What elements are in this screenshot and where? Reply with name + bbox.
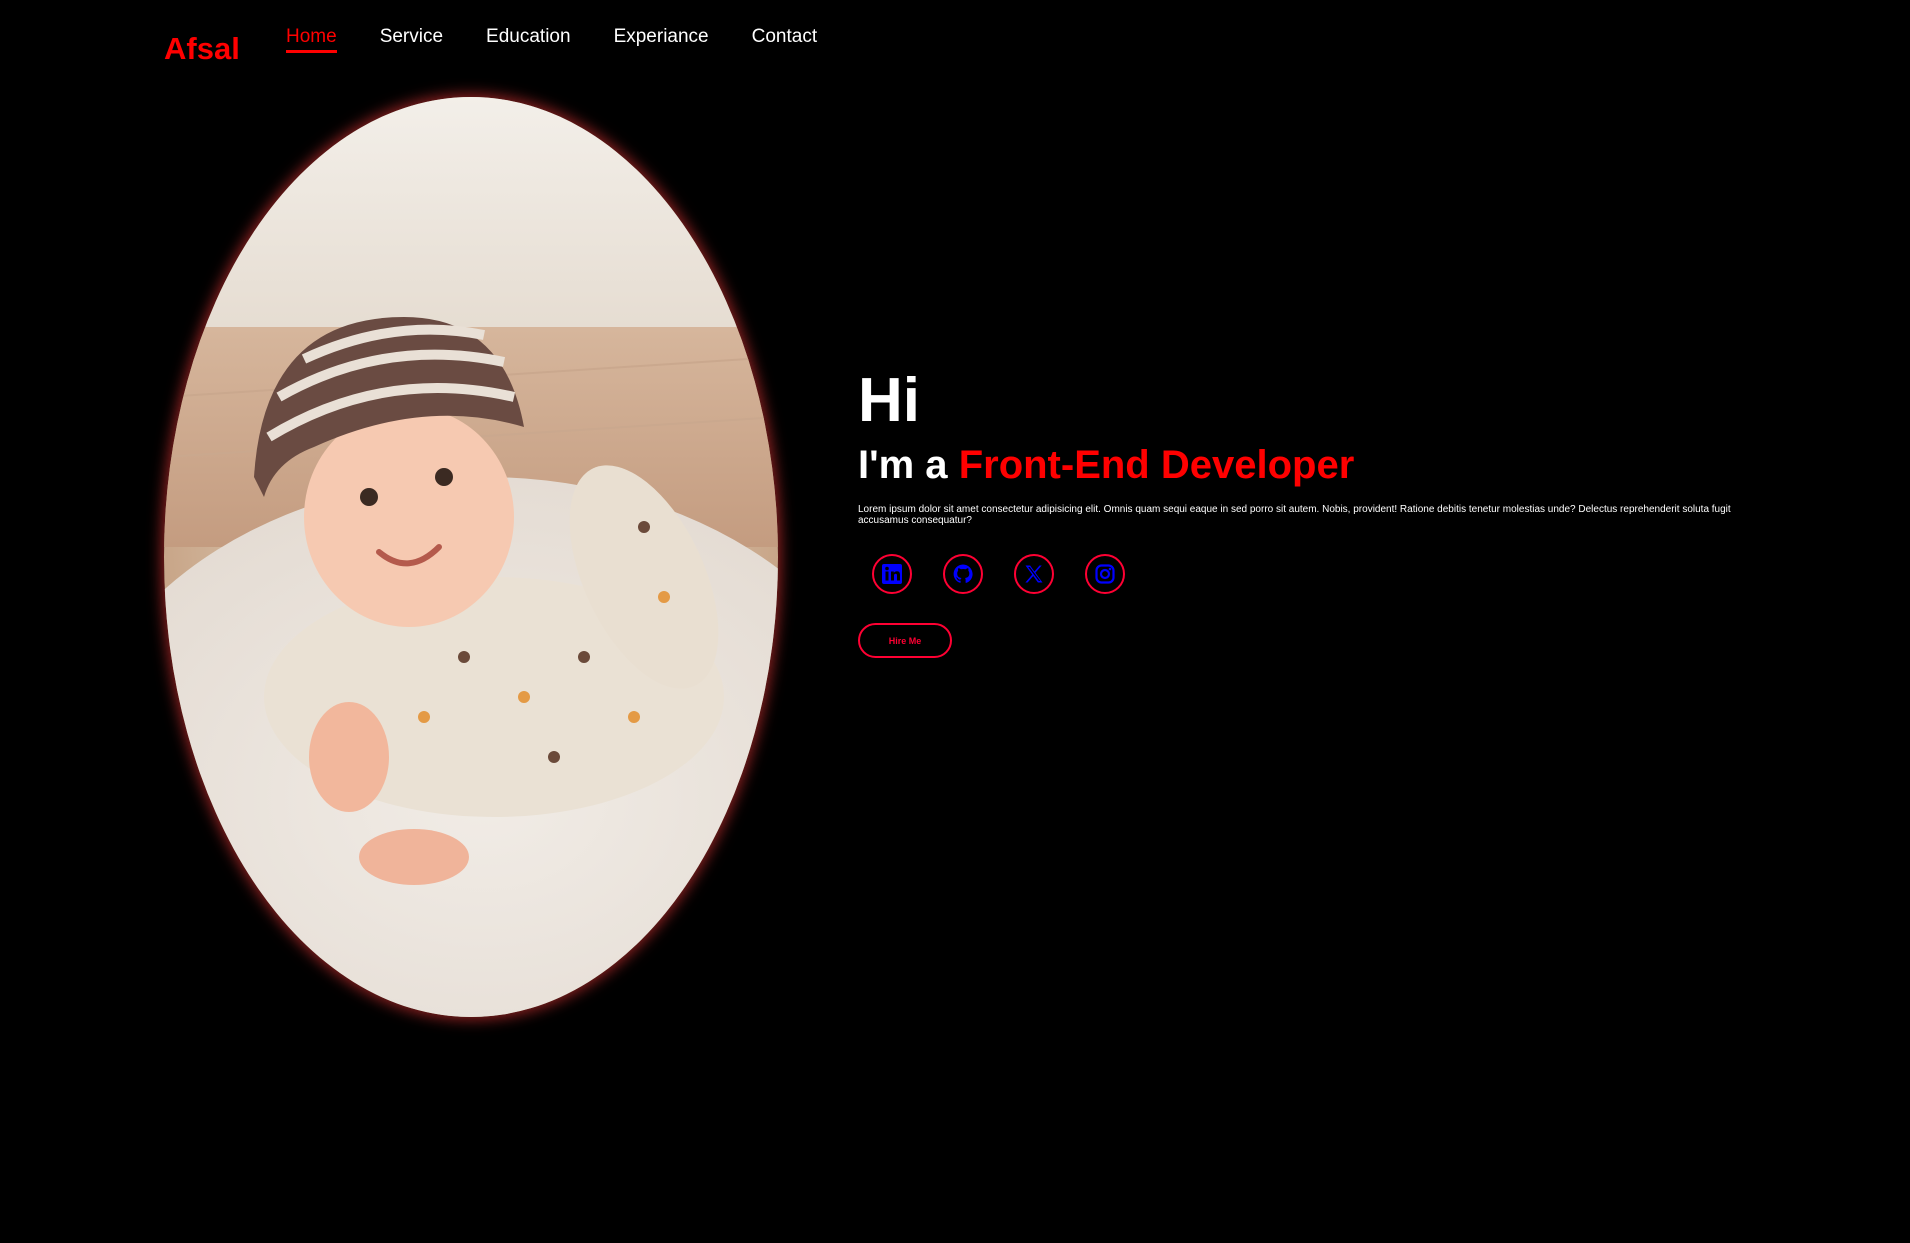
site-header: Afsal Home Service Education Experiance … [0, 0, 1910, 80]
hero-role-highlight: Front-End Developer [958, 443, 1355, 487]
x-link[interactable] [1014, 554, 1054, 594]
github-link[interactable] [943, 554, 983, 594]
site-logo[interactable]: Afsal [164, 31, 240, 67]
linkedin-icon [882, 564, 902, 584]
profile-photo [164, 97, 778, 1017]
instagram-icon [1095, 564, 1115, 584]
main-nav: Home Service Education Experiance Contac… [286, 25, 817, 53]
x-icon [1025, 565, 1043, 583]
hero-role: I'm a Front-End Developer [858, 441, 1738, 489]
nav-education[interactable]: Education [486, 25, 571, 53]
hero-greeting: Hi [858, 366, 920, 435]
nav-contact[interactable]: Contact [752, 25, 817, 53]
instagram-link[interactable] [1085, 554, 1125, 594]
nav-home[interactable]: Home [286, 25, 337, 53]
hero-description: Lorem ipsum dolor sit amet consectetur a… [858, 504, 1731, 526]
hire-me-button[interactable]: Hire Me [858, 623, 952, 658]
github-icon [953, 564, 973, 583]
social-links [872, 554, 1738, 594]
nav-service[interactable]: Service [380, 25, 443, 53]
hero-role-prefix: I'm a [858, 443, 948, 487]
baby-photo-illustration [164, 97, 778, 1017]
linkedin-link[interactable] [872, 554, 912, 594]
nav-experience[interactable]: Experiance [614, 25, 709, 53]
hero-section: Hi I'm a Front-End Developer Lorem ipsum… [858, 365, 1738, 658]
